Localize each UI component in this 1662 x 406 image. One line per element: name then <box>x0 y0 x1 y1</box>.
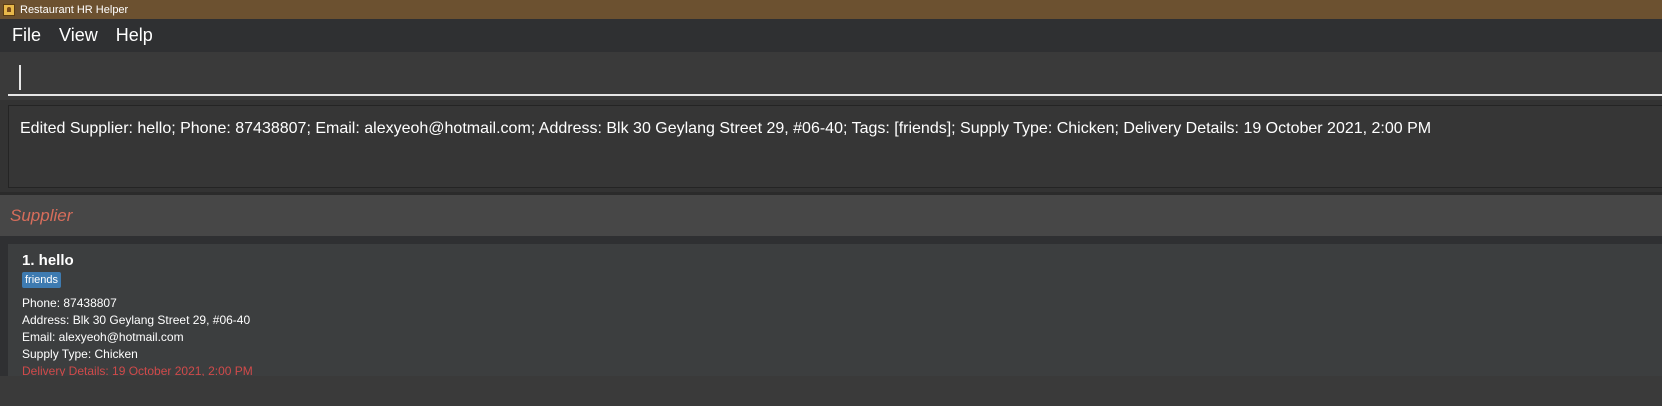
text-caret <box>19 65 21 90</box>
menu-file[interactable]: File <box>6 25 47 46</box>
restaurant-app-icon <box>3 3 15 16</box>
list-title: Supplier <box>10 205 73 225</box>
supplier-address: Address: Blk 30 Geylang Street 29, #06-4… <box>22 313 251 327</box>
title-bar: Restaurant HR Helper <box>0 0 1662 19</box>
supplier-phone: Phone: 87438807 <box>22 296 117 310</box>
result-display[interactable]: Edited Supplier: hello; Phone: 87438807;… <box>8 105 1662 188</box>
supplier-type: Supply Type: Chicken <box>22 347 138 361</box>
menu-bar: File View Help <box>0 19 1662 52</box>
command-area <box>0 52 1662 100</box>
menu-view[interactable]: View <box>53 25 104 46</box>
result-message: Edited Supplier: hello; Phone: 87438807;… <box>20 120 1432 137</box>
list-header: Supplier <box>0 195 1662 236</box>
supplier-card[interactable]: 1. hello friends Phone: 87438807 Address… <box>8 244 1662 378</box>
menu-help[interactable]: Help <box>110 25 159 46</box>
tag-badge: friends <box>22 272 62 288</box>
command-box[interactable] <box>8 60 1662 96</box>
supplier-email: Email: alexyeoh@hotmail.com <box>22 330 184 344</box>
list-bottom-strip <box>0 376 1662 406</box>
command-input[interactable] <box>8 60 1662 94</box>
supplier-name: 1. hello <box>22 252 74 269</box>
result-area: Edited Supplier: hello; Phone: 87438807;… <box>0 100 1662 192</box>
window-title: Restaurant HR Helper <box>20 3 129 16</box>
